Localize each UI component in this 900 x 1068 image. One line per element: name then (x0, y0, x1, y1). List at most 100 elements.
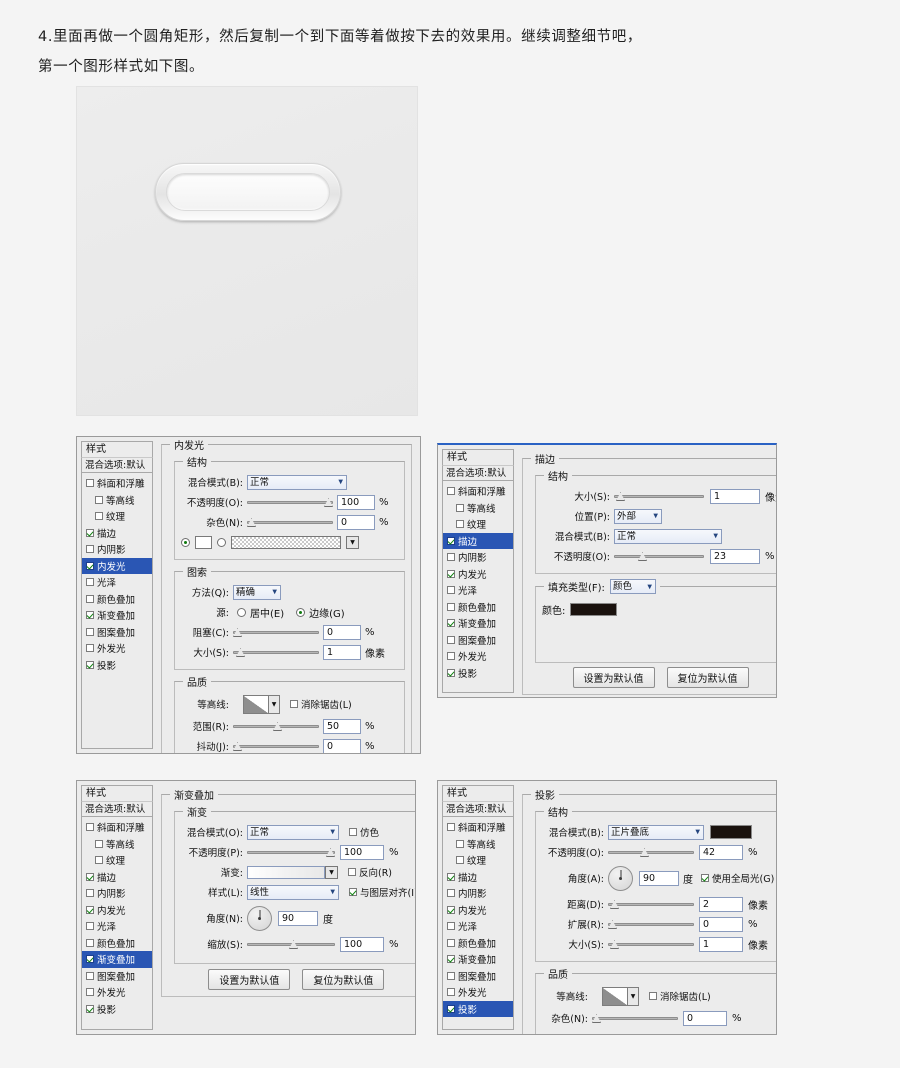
style-item-11[interactable]: 投影 (82, 657, 152, 674)
opacity-input-2[interactable] (710, 548, 760, 564)
style-item-7[interactable]: 颜色叠加 (82, 591, 152, 608)
opacity-slider-4[interactable] (608, 846, 694, 858)
size-input-1[interactable] (323, 644, 361, 660)
style-item-7[interactable]: 颜色叠加 (443, 599, 513, 616)
checkbox-icon[interactable] (95, 856, 103, 865)
reset-default-button-2[interactable]: 复位为默认值 (666, 667, 749, 688)
checkbox-icon[interactable] (447, 635, 455, 644)
style-item-1[interactable]: 等高线 (443, 836, 513, 853)
style-item-10[interactable]: 外发光 (443, 984, 513, 1001)
noise-input-4[interactable] (683, 1010, 727, 1026)
style-item-2[interactable]: 纹理 (82, 508, 152, 525)
style-item-5[interactable]: 内发光 (443, 902, 513, 919)
size-slider-4[interactable] (608, 938, 694, 950)
checkbox-icon[interactable] (95, 839, 103, 848)
style-item-2[interactable]: 纹理 (443, 852, 513, 869)
checkbox-icon[interactable] (86, 823, 94, 832)
jitter-slider-1[interactable] (233, 740, 319, 752)
opacity-slider-1[interactable] (247, 496, 333, 508)
style-item-0[interactable]: 斜面和浮雕 (82, 819, 152, 836)
style-item-9[interactable]: 图案叠加 (82, 968, 152, 985)
style-item-8[interactable]: 渐变叠加 (443, 615, 513, 632)
blend-mode-select-4[interactable]: 正片叠底 (608, 824, 704, 840)
checkbox-icon[interactable] (447, 536, 455, 545)
blending-options-3[interactable]: 混合选项:默认 (81, 801, 153, 817)
noise-slider-1[interactable] (247, 516, 333, 528)
checkbox-icon[interactable] (447, 955, 455, 964)
size-input-4[interactable] (699, 936, 743, 952)
style-item-3[interactable]: 描边 (443, 532, 513, 549)
checkbox-icon[interactable] (447, 569, 455, 578)
angle-input-4[interactable] (639, 870, 679, 886)
layer-style-dialog-gradient-overlay[interactable]: 样式 混合选项:默认 斜面和浮雕 等高线 纹理 描边 内阴影 内发光 光泽 颜色… (76, 780, 416, 1035)
style-item-0[interactable]: 斜面和浮雕 (82, 475, 152, 492)
noise-input-1[interactable] (337, 514, 375, 530)
checkbox-icon[interactable] (86, 611, 94, 620)
spread-slider-4[interactable] (608, 918, 694, 930)
style-item-6[interactable]: 光泽 (443, 918, 513, 935)
contour-picker-4[interactable]: ▼ (602, 986, 639, 1006)
range-input-1[interactable] (323, 718, 361, 734)
checkbox-icon[interactable] (447, 889, 455, 898)
checkbox-icon[interactable] (456, 839, 464, 848)
style-item-4[interactable]: 内阴影 (443, 549, 513, 566)
gradient-swatch-3[interactable] (247, 865, 325, 879)
checkbox-icon[interactable] (447, 988, 455, 997)
style-item-11[interactable]: 投影 (443, 1000, 513, 1017)
chevron-down-icon[interactable]: ▼ (628, 986, 639, 1006)
noise-slider-4[interactable] (592, 1012, 678, 1024)
checkbox-icon[interactable] (86, 922, 94, 931)
checkbox-icon[interactable] (447, 487, 455, 496)
style-item-6[interactable]: 光泽 (82, 918, 152, 935)
checkbox-icon[interactable] (86, 889, 94, 898)
glow-gradient-radio[interactable] (217, 537, 226, 547)
distance-slider-4[interactable] (608, 898, 694, 910)
jitter-input-1[interactable] (323, 738, 361, 753)
source-edge-radio[interactable] (296, 607, 306, 617)
blending-options-4[interactable]: 混合选项:默认 (442, 801, 514, 817)
checkbox-icon[interactable] (447, 1004, 455, 1013)
checkbox-icon[interactable] (447, 922, 455, 931)
checkbox-icon[interactable] (447, 553, 455, 562)
blend-mode-select-2[interactable]: 正常 (614, 528, 722, 544)
angle-dial-4[interactable] (608, 865, 633, 891)
set-default-button-2[interactable]: 设置为默认值 (572, 667, 655, 688)
style-item-3[interactable]: 描边 (82, 525, 152, 542)
styles-list-4[interactable]: 斜面和浮雕 等高线 纹理 描边 内阴影 内发光 光泽 颜色叠加 渐变叠加 图案叠… (442, 817, 514, 1030)
style-item-8[interactable]: 渐变叠加 (443, 951, 513, 968)
checkbox-icon[interactable] (86, 479, 94, 488)
align-checkbox-3[interactable] (349, 888, 357, 896)
style-item-1[interactable]: 等高线 (82, 492, 152, 509)
global-light-checkbox-4[interactable] (701, 874, 709, 882)
glow-color-swatch[interactable] (195, 535, 212, 549)
checkbox-icon[interactable] (447, 971, 455, 980)
angle-input-3[interactable] (278, 910, 318, 926)
blend-mode-select-3[interactable]: 正常 (247, 824, 339, 840)
blend-mode-select-1[interactable]: 正常 (247, 474, 347, 490)
checkbox-icon[interactable] (447, 938, 455, 947)
opacity-input-3[interactable] (340, 844, 384, 860)
checkbox-icon[interactable] (86, 988, 94, 997)
style-item-10[interactable]: 外发光 (82, 984, 152, 1001)
checkbox-icon[interactable] (95, 495, 103, 504)
angle-dial-3[interactable] (247, 905, 272, 931)
checkbox-icon[interactable] (447, 602, 455, 611)
checkbox-icon[interactable] (86, 660, 94, 669)
choke-slider-1[interactable] (233, 626, 319, 638)
technique-select-1[interactable]: 精确 (233, 584, 281, 600)
checkbox-icon[interactable] (86, 955, 94, 964)
choke-input-1[interactable] (323, 624, 361, 640)
checkbox-icon[interactable] (447, 668, 455, 677)
checkbox-icon[interactable] (86, 578, 94, 587)
checkbox-icon[interactable] (86, 938, 94, 947)
checkbox-icon[interactable] (456, 503, 464, 512)
checkbox-icon[interactable] (456, 520, 464, 529)
style-item-9[interactable]: 图案叠加 (82, 624, 152, 641)
distance-input-4[interactable] (699, 896, 743, 912)
style-item-7[interactable]: 颜色叠加 (443, 935, 513, 952)
opacity-input-4[interactable] (699, 844, 743, 860)
styles-list-2[interactable]: 斜面和浮雕 等高线 纹理 描边 内阴影 内发光 光泽 颜色叠加 渐变叠加 图案叠… (442, 481, 514, 693)
style-item-0[interactable]: 斜面和浮雕 (443, 483, 513, 500)
chevron-down-icon[interactable]: ▼ (346, 535, 359, 549)
scale-slider-3[interactable] (247, 938, 335, 950)
